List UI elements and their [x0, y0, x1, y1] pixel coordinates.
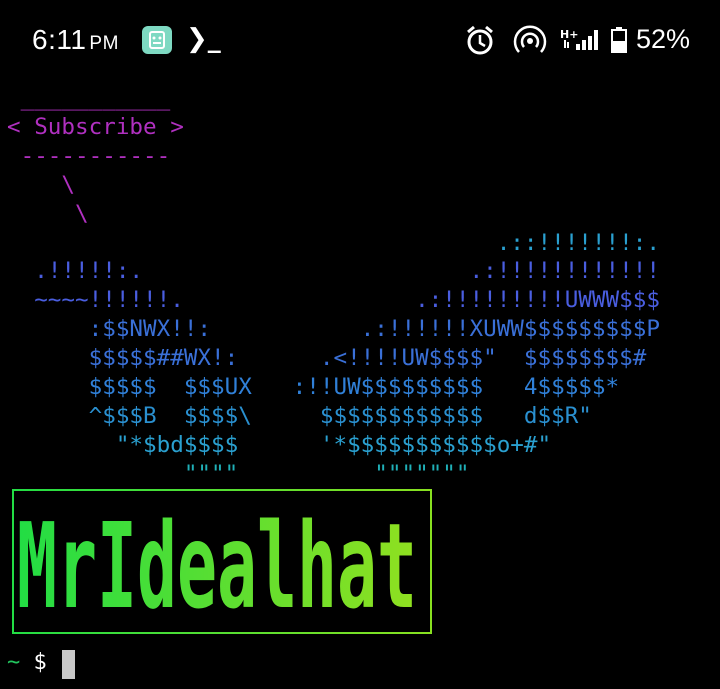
signal-icon: H+	[560, 28, 598, 50]
bubble-tail-line: \	[7, 171, 76, 198]
cowsay-art: ___________ < Subscribe > ----------- \ …	[7, 84, 660, 489]
ascii-art-line: "*$bd$$$$ '*$$$$$$$$$$$o+#"	[7, 431, 552, 458]
clock: 6:11 PM	[32, 24, 119, 56]
speech-bubble-text: < Subscribe >	[7, 113, 184, 140]
ascii-art-line: """" """""""	[7, 460, 470, 487]
ascii-art-line: $$$$$ $$$UX :!!UW$$$$$$$$$ 4$$$$$*	[7, 374, 620, 401]
prompt-path: ~	[7, 650, 21, 675]
ascii-art-line: .!!!!!:. .:!!!!!!!!!!!!	[7, 258, 660, 285]
banner-title: MrIdealhat	[17, 497, 417, 634]
prompt-symbol: $	[33, 650, 47, 675]
text-cursor[interactable]	[62, 650, 75, 679]
alarm-icon	[467, 25, 493, 55]
bubble-tail-line: \	[7, 200, 89, 227]
ascii-art-line: $$$$$##WX!: .<!!!!UW$$$$" $$$$$$$$#	[7, 345, 647, 372]
battery-percent: 52%	[636, 24, 691, 54]
ascii-art-line: ^$$$B $$$$\ $$$$$$$$$$$$ d$$R"	[7, 402, 592, 429]
banner-text: MrIdealhat	[17, 497, 417, 634]
clock-ampm: PM	[89, 33, 119, 54]
status-bar: 6:11 PM ❯_ H+ 52%	[0, 0, 720, 82]
speech-bubble-bottom: -----------	[7, 142, 171, 169]
clock-time: 6:11	[32, 24, 87, 55]
terminal-area[interactable]: ___________ < Subscribe > ----------- \ …	[0, 82, 720, 689]
ascii-art-line: :$$NWX!!: .:!!!!!!XUWW$$$$$$$$$P	[7, 316, 660, 343]
terminal-prompt-icon[interactable]: ❯_	[186, 24, 221, 54]
ascii-art-line: .::!!!!!!!:.	[7, 229, 660, 256]
ascii-art-line: ~~~~!!!!!!. .:!!!!!!!!!UWWW$$$	[7, 287, 660, 314]
shell-prompt: ~ $	[7, 650, 47, 675]
hotspot-icon	[513, 25, 547, 53]
speech-bubble-top: ___________	[7, 85, 171, 111]
battery-icon	[611, 27, 627, 53]
app-notification-icon[interactable]	[142, 26, 172, 54]
svg-text:H+: H+	[560, 28, 578, 41]
